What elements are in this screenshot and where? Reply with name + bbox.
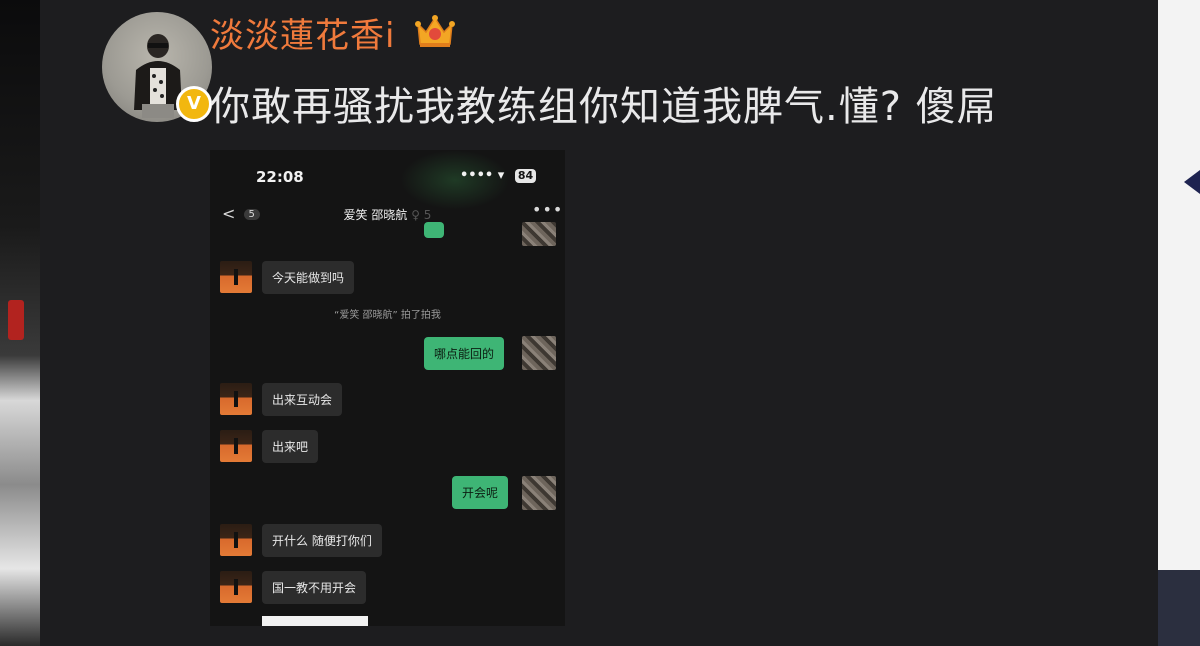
battery-icon: 84 [514,169,537,183]
avatar-self [522,336,556,370]
avatar-contact [220,430,252,462]
username[interactable]: 淡淡蓮花香i [210,8,395,57]
message-bubble-outgoing: 开会呢 [452,476,509,509]
message-bubble-outgoing: 哪点能回的 [424,337,505,370]
message-bubble-incoming: 国一教不用开会 [262,571,367,604]
background-shape [1184,170,1200,194]
message-bubble-incoming: 出来互动会 [262,383,343,416]
signal-wifi-icon: •••• ▾ [460,168,505,183]
message-bubble-incoming: 开什么 随便打你们 [262,524,382,557]
message-bubble-incoming: 今天能做到吗 [262,261,355,294]
status-icons: •••• ▾ 84 [460,168,537,183]
message-bubble-incoming: 出来吧 [262,430,319,463]
partial-message-cutoff [262,616,368,626]
status-time: 22:08 [256,168,304,186]
avatar-contact [220,261,252,293]
verified-badge-icon: V [176,86,212,122]
more-options-icon[interactable]: ••• [532,200,563,219]
avatar-self [522,222,556,246]
background-right-edge [1158,0,1200,646]
system-note: “爱笑 邵晓航” 拍了拍我 [334,310,441,321]
avatar-contact [220,383,252,415]
avatar-self [522,476,556,510]
background-left-edge [0,0,40,646]
chat-title-name: 爱笑 邵晓航 [343,208,408,222]
background-object [1158,570,1200,646]
chat-title-extra: ♀ 5 [411,208,432,222]
embedded-chat-screenshot[interactable]: 22:08 •••• ▾ 84 < 5 爱笑 邵晓航 ♀ 5 ••• 今天能做到… [210,150,565,626]
crown-icon [415,15,455,47]
message-bubble-partial [424,222,444,238]
avatar-contact [220,571,252,603]
background-object [8,300,24,340]
avatar-contact [220,524,252,556]
chat-title: 爱笑 邵晓航 ♀ 5 [210,206,565,223]
post-text: 你敢再骚扰我教练组你知道我脾气.懂? 傻屌 [210,84,998,130]
